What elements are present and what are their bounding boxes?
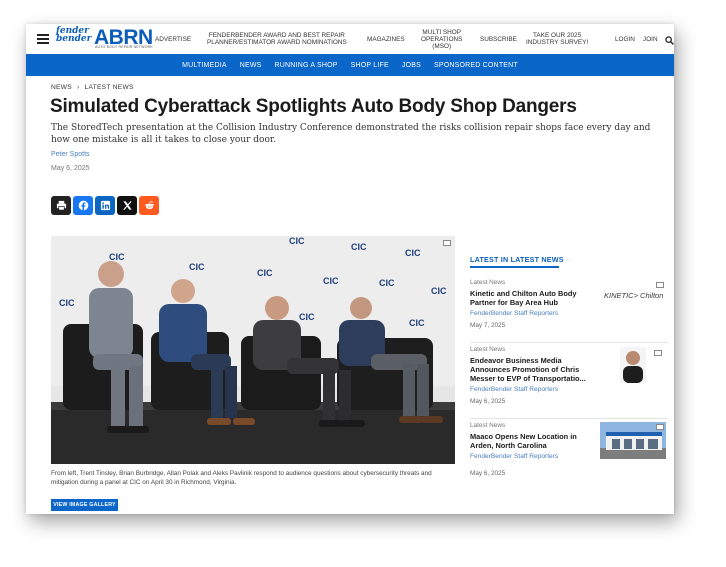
print-button[interactable] (51, 196, 71, 215)
backdrop-logo: CIC (431, 286, 447, 296)
article-main-image[interactable]: CIC CIC CIC CIC CIC CIC CIC CIC CIC CIC … (51, 236, 455, 464)
section-nav: MULTIMEDIA NEWS RUNNING A SHOP SHOP LIFE… (26, 54, 674, 76)
view-image-gallery-button[interactable]: VIEW IMAGE GALLERY (51, 499, 118, 511)
reddit-share-button[interactable] (139, 196, 159, 215)
story-title[interactable]: Maaco Opens New Location in Arden, North… (470, 432, 598, 450)
sidebar-title-underline (470, 266, 559, 268)
story-title[interactable]: Endeavor Business Media Announces Promot… (470, 356, 598, 383)
sidebar-divider (470, 418, 668, 419)
backdrop-logo: CIC (289, 236, 305, 246)
backdrop-logo: CIC (405, 248, 421, 258)
linkedin-share-button[interactable] (95, 196, 115, 215)
backdrop-logo: CIC (59, 298, 75, 308)
share-bar (51, 196, 159, 215)
section-nav-shop-life[interactable]: SHOP LIFE (351, 62, 389, 69)
backdrop-logo: CIC (351, 242, 367, 252)
story-date: May 6, 2025 (470, 470, 506, 477)
breadcrumb-news[interactable]: NEWS (51, 84, 72, 91)
nav-advertise[interactable]: ADVERTISE (155, 24, 191, 54)
chris-messer-headshot[interactable] (620, 347, 646, 383)
article-dek: The StoredTech presentation at the Colli… (51, 123, 651, 145)
chevron-right-icon: › (76, 84, 80, 91)
breadcrumb: NEWS › LATEST NEWS (51, 84, 134, 91)
nav-magazines[interactable]: MAGAZINES (367, 24, 405, 54)
x-icon (122, 201, 132, 210)
backdrop-logo: CIC (299, 312, 315, 322)
story-date: May 7, 2025 (470, 322, 506, 329)
section-nav-jobs[interactable]: JOBS (402, 62, 421, 69)
backdrop-logo: CIC (379, 278, 395, 288)
kinetic-chilton-logo: KINETIC> Chilton (604, 291, 664, 300)
nav-industry-survey[interactable]: TAKE OUR 2025 INDUSTRY SURVEY! (526, 24, 588, 54)
sidebar-divider (470, 342, 668, 343)
nav-subscribe[interactable]: SUBSCRIBE (480, 24, 517, 54)
backdrop-logo: CIC (257, 268, 273, 278)
reddit-icon (144, 201, 154, 210)
abrn-logo-subtitle: AUTO BODY REPAIR NETWORK (95, 45, 153, 49)
backdrop-logo: CIC (189, 262, 205, 272)
nav-mso[interactable]: MULTI SHOP OPERATIONS (MSO) (421, 24, 462, 54)
browser-page: fender bender ABRN AUTO BODY REPAIR NETW… (26, 24, 674, 514)
thumbnail-badge-icon (656, 424, 664, 430)
menu-icon[interactable] (37, 34, 49, 44)
facebook-icon (78, 200, 88, 211)
article-date: May 6, 2025 (51, 165, 90, 172)
person-headshot-icon (623, 351, 643, 383)
nav-award-nominations[interactable]: FENDERBENDER AWARD AND BEST REPAIR PLANN… (207, 24, 347, 54)
sidebar-title: LATEST IN LATEST NEWS (470, 255, 564, 264)
story-title[interactable]: Kinetic and Chilton Auto Body Partner fo… (470, 289, 598, 307)
panel-photo: CIC CIC CIC CIC CIC CIC CIC CIC CIC CIC … (51, 236, 455, 464)
facebook-share-button[interactable] (73, 196, 93, 215)
breadcrumb-latest-news[interactable]: LATEST NEWS (84, 84, 133, 91)
site-header: fender bender ABRN AUTO BODY REPAIR NETW… (26, 24, 674, 54)
author-link[interactable]: Peter Spotts (51, 151, 90, 158)
print-icon (56, 200, 66, 211)
maaco-building-thumbnail[interactable] (600, 422, 666, 459)
linkedin-icon (100, 200, 110, 211)
thumbnail-badge-icon (656, 282, 664, 288)
section-nav-multimedia[interactable]: MULTIMEDIA (182, 62, 227, 69)
nav-login[interactable]: LOGIN (615, 24, 635, 54)
story-date: May 6, 2025 (470, 398, 506, 405)
section-nav-news[interactable]: NEWS (240, 62, 262, 69)
x-share-button[interactable] (117, 196, 137, 215)
section-nav-sponsored-content[interactable]: SPONSORED CONTENT (434, 62, 518, 69)
fenderbender-logo[interactable]: fender bender (56, 27, 91, 49)
section-nav-running-a-shop[interactable]: RUNNING A SHOP (275, 62, 338, 69)
thumbnail-badge-icon (654, 350, 662, 356)
search-icon[interactable] (665, 36, 674, 45)
kinetic-chilton-thumbnail[interactable]: KINETIC> Chilton (604, 282, 666, 312)
image-caption: From left, Trent Tinsley, Brian Burbridg… (51, 470, 432, 486)
backdrop-logo: CIC (409, 318, 425, 328)
nav-join[interactable]: JOIN (643, 24, 658, 54)
article-headline: Simulated Cyberattack Spotlights Auto Bo… (50, 96, 577, 117)
image-expand-icon[interactable] (443, 240, 451, 246)
story-byline[interactable]: FenderBender Staff Reporters (470, 386, 670, 393)
backdrop-logo: CIC (323, 276, 339, 286)
backdrop-logo: CIC (109, 252, 125, 262)
